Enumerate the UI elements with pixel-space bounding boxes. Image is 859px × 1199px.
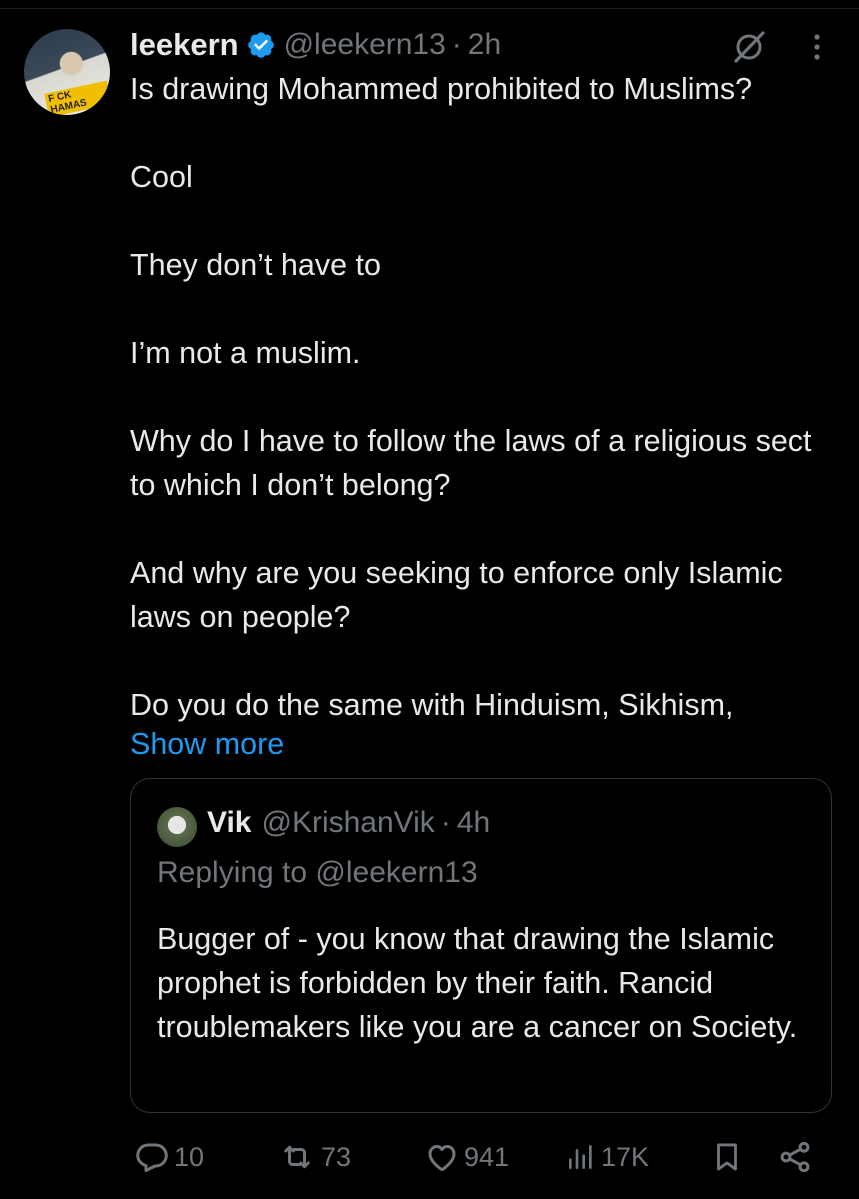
like-icon [428,1145,456,1172]
post-body: Is drawing Mohammed prohibited to Muslim… [130,67,845,771]
bookmark-icon [717,1143,737,1171]
quoted-author-handle[interactable]: @KrishanVik [262,806,435,840]
post-paragraph: Do you do the same with Hinduism, Sikhis… [130,688,734,722]
repost-icon [284,1145,310,1169]
author-handle[interactable]: @leekern13 [284,28,446,62]
author-display-name[interactable]: leekern [130,27,239,63]
share-icon [780,1141,810,1173]
post-paragraph: And why are you seeking to enforce only … [130,556,783,634]
post-paragraph: I’m not a muslim. [130,336,361,370]
author-avatar[interactable]: F CK HAMAS [24,29,110,115]
quoted-header-separator: · [440,806,451,839]
show-more-link[interactable]: Show more [130,722,284,766]
quoted-post-timestamp[interactable]: 4h [457,806,490,840]
header-separator: · [451,28,462,61]
repost-button[interactable]: 73 [277,1132,351,1182]
quoted-post-card[interactable]: Vik @KrishanVik · 4h Replying to @leeker… [130,778,832,1113]
repost-count: 73 [321,1141,352,1172]
grok-icon[interactable] [730,28,768,66]
post-timestamp[interactable]: 2h [468,28,501,62]
quoted-author-avatar[interactable] [157,807,197,847]
views-icon [569,1145,592,1169]
quoted-post-body: Bugger of - you know that drawing the Is… [157,922,798,1044]
view-count: 17K [601,1141,650,1172]
bookmark-button[interactable] [710,1132,744,1182]
like-button[interactable]: 941 [424,1132,509,1182]
quoted-post-header: Vik @KrishanVik · 4h [207,801,490,845]
share-button[interactable] [776,1132,814,1182]
more-vertical-icon[interactable] [802,28,832,66]
like-count: 941 [464,1141,510,1172]
post-paragraph: Is drawing Mohammed prohibited to Muslim… [130,72,753,106]
top-divider [0,0,859,9]
views-button[interactable]: 17K [565,1132,649,1182]
reply-icon [136,1143,168,1172]
reply-button[interactable]: 10 [134,1132,204,1182]
quoted-replying-to: Replying to @leekern13 [157,856,478,889]
verified-badge-icon[interactable] [246,30,276,60]
post-paragraph: Why do I have to follow the laws of a re… [130,424,812,502]
reply-count: 10 [174,1141,205,1172]
quoted-author-display-name[interactable]: Vik [207,806,252,840]
avatar-shirt-text: F CK HAMAS [44,80,110,115]
action-bar: 10 73 941 17K [0,1132,859,1182]
post-paragraph: Cool [130,160,193,194]
post-header: leekern @leekern13 · 2h [130,24,501,66]
post-paragraph: They don’t have to [130,248,381,282]
